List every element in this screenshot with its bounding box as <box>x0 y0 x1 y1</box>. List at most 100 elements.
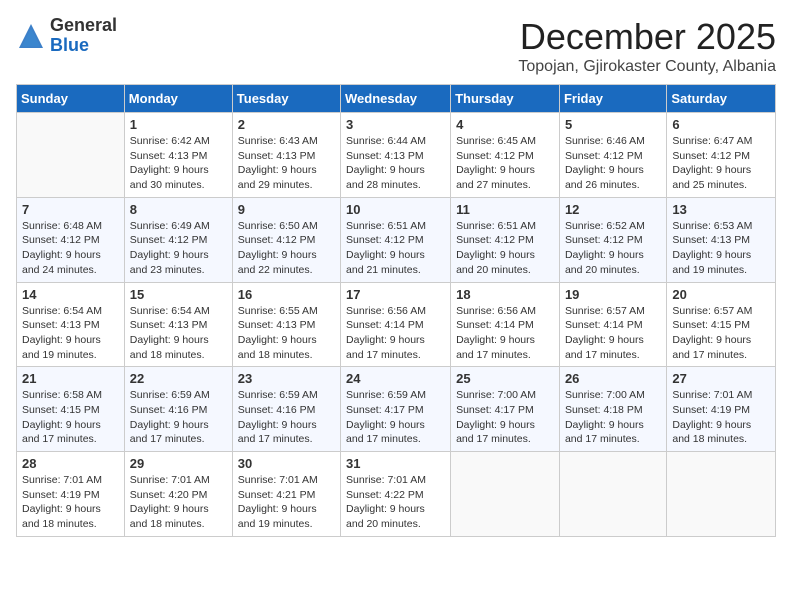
header-friday: Friday <box>559 85 666 113</box>
title-area: December 2025 Topojan, Gjirokaster Count… <box>518 16 776 76</box>
day-cell: 12 Sunrise: 6:52 AMSunset: 4:12 PMDaylig… <box>559 197 666 282</box>
day-detail: Sunrise: 7:01 AMSunset: 4:19 PMDaylight:… <box>22 474 102 530</box>
day-detail: Sunrise: 6:45 AMSunset: 4:12 PMDaylight:… <box>456 135 536 191</box>
day-number: 12 <box>565 202 661 217</box>
day-detail: Sunrise: 6:49 AMSunset: 4:12 PMDaylight:… <box>130 220 210 276</box>
day-cell: 22 Sunrise: 6:59 AMSunset: 4:16 PMDaylig… <box>124 367 232 452</box>
day-cell: 31 Sunrise: 7:01 AMSunset: 4:22 PMDaylig… <box>341 452 451 537</box>
day-detail: Sunrise: 7:00 AMSunset: 4:17 PMDaylight:… <box>456 389 536 445</box>
day-detail: Sunrise: 6:46 AMSunset: 4:12 PMDaylight:… <box>565 135 645 191</box>
day-cell: 25 Sunrise: 7:00 AMSunset: 4:17 PMDaylig… <box>451 367 560 452</box>
day-detail: Sunrise: 6:53 AMSunset: 4:13 PMDaylight:… <box>672 220 752 276</box>
day-detail: Sunrise: 6:54 AMSunset: 4:13 PMDaylight:… <box>130 305 210 361</box>
day-cell: 15 Sunrise: 6:54 AMSunset: 4:13 PMDaylig… <box>124 282 232 367</box>
day-number: 27 <box>672 371 770 386</box>
day-cell: 10 Sunrise: 6:51 AMSunset: 4:12 PMDaylig… <box>341 197 451 282</box>
day-number: 6 <box>672 117 770 132</box>
page-header: General Blue December 2025 Topojan, Gjir… <box>16 16 776 76</box>
day-cell: 17 Sunrise: 6:56 AMSunset: 4:14 PMDaylig… <box>341 282 451 367</box>
day-cell: 8 Sunrise: 6:49 AMSunset: 4:12 PMDayligh… <box>124 197 232 282</box>
day-number: 4 <box>456 117 554 132</box>
day-detail: Sunrise: 6:59 AMSunset: 4:16 PMDaylight:… <box>130 389 210 445</box>
day-cell: 24 Sunrise: 6:59 AMSunset: 4:17 PMDaylig… <box>341 367 451 452</box>
day-detail: Sunrise: 6:59 AMSunset: 4:16 PMDaylight:… <box>238 389 318 445</box>
day-detail: Sunrise: 6:42 AMSunset: 4:13 PMDaylight:… <box>130 135 210 191</box>
day-detail: Sunrise: 6:43 AMSunset: 4:13 PMDaylight:… <box>238 135 318 191</box>
day-detail: Sunrise: 7:00 AMSunset: 4:18 PMDaylight:… <box>565 389 645 445</box>
day-cell: 4 Sunrise: 6:45 AMSunset: 4:12 PMDayligh… <box>451 113 560 198</box>
day-number: 5 <box>565 117 661 132</box>
day-number: 10 <box>346 202 445 217</box>
day-number: 9 <box>238 202 335 217</box>
day-cell: 5 Sunrise: 6:46 AMSunset: 4:12 PMDayligh… <box>559 113 666 198</box>
day-cell: 18 Sunrise: 6:56 AMSunset: 4:14 PMDaylig… <box>451 282 560 367</box>
day-cell: 6 Sunrise: 6:47 AMSunset: 4:12 PMDayligh… <box>667 113 776 198</box>
day-number: 11 <box>456 202 554 217</box>
header-saturday: Saturday <box>667 85 776 113</box>
day-detail: Sunrise: 6:52 AMSunset: 4:12 PMDaylight:… <box>565 220 645 276</box>
day-cell: 21 Sunrise: 6:58 AMSunset: 4:15 PMDaylig… <box>17 367 125 452</box>
day-cell: 20 Sunrise: 6:57 AMSunset: 4:15 PMDaylig… <box>667 282 776 367</box>
logo-text: General Blue <box>50 16 117 56</box>
day-cell: 13 Sunrise: 6:53 AMSunset: 4:13 PMDaylig… <box>667 197 776 282</box>
calendar-table: SundayMondayTuesdayWednesdayThursdayFrid… <box>16 84 776 537</box>
day-cell: 16 Sunrise: 6:55 AMSunset: 4:13 PMDaylig… <box>232 282 340 367</box>
day-cell <box>559 452 666 537</box>
day-number: 22 <box>130 371 227 386</box>
day-number: 2 <box>238 117 335 132</box>
day-number: 14 <box>22 287 119 302</box>
day-number: 28 <box>22 456 119 471</box>
day-number: 23 <box>238 371 335 386</box>
day-detail: Sunrise: 6:57 AMSunset: 4:15 PMDaylight:… <box>672 305 752 361</box>
day-number: 18 <box>456 287 554 302</box>
day-cell: 2 Sunrise: 6:43 AMSunset: 4:13 PMDayligh… <box>232 113 340 198</box>
day-number: 26 <box>565 371 661 386</box>
day-cell: 7 Sunrise: 6:48 AMSunset: 4:12 PMDayligh… <box>17 197 125 282</box>
day-detail: Sunrise: 6:50 AMSunset: 4:12 PMDaylight:… <box>238 220 318 276</box>
day-detail: Sunrise: 6:58 AMSunset: 4:15 PMDaylight:… <box>22 389 102 445</box>
day-detail: Sunrise: 6:51 AMSunset: 4:12 PMDaylight:… <box>346 220 426 276</box>
month-title: December 2025 <box>518 16 776 58</box>
day-cell: 19 Sunrise: 6:57 AMSunset: 4:14 PMDaylig… <box>559 282 666 367</box>
day-detail: Sunrise: 7:01 AMSunset: 4:22 PMDaylight:… <box>346 474 426 530</box>
day-detail: Sunrise: 7:01 AMSunset: 4:21 PMDaylight:… <box>238 474 318 530</box>
day-number: 16 <box>238 287 335 302</box>
day-number: 13 <box>672 202 770 217</box>
day-cell: 28 Sunrise: 7:01 AMSunset: 4:19 PMDaylig… <box>17 452 125 537</box>
day-number: 17 <box>346 287 445 302</box>
day-cell: 14 Sunrise: 6:54 AMSunset: 4:13 PMDaylig… <box>17 282 125 367</box>
day-number: 25 <box>456 371 554 386</box>
day-number: 20 <box>672 287 770 302</box>
day-number: 29 <box>130 456 227 471</box>
day-cell: 26 Sunrise: 7:00 AMSunset: 4:18 PMDaylig… <box>559 367 666 452</box>
week-row-0: 1 Sunrise: 6:42 AMSunset: 4:13 PMDayligh… <box>17 113 776 198</box>
header-thursday: Thursday <box>451 85 560 113</box>
day-detail: Sunrise: 6:47 AMSunset: 4:12 PMDaylight:… <box>672 135 752 191</box>
day-detail: Sunrise: 6:59 AMSunset: 4:17 PMDaylight:… <box>346 389 426 445</box>
day-cell: 29 Sunrise: 7:01 AMSunset: 4:20 PMDaylig… <box>124 452 232 537</box>
header-tuesday: Tuesday <box>232 85 340 113</box>
day-number: 19 <box>565 287 661 302</box>
day-cell: 30 Sunrise: 7:01 AMSunset: 4:21 PMDaylig… <box>232 452 340 537</box>
day-number: 30 <box>238 456 335 471</box>
header-sunday: Sunday <box>17 85 125 113</box>
week-row-2: 14 Sunrise: 6:54 AMSunset: 4:13 PMDaylig… <box>17 282 776 367</box>
day-detail: Sunrise: 6:55 AMSunset: 4:13 PMDaylight:… <box>238 305 318 361</box>
day-detail: Sunrise: 6:56 AMSunset: 4:14 PMDaylight:… <box>346 305 426 361</box>
logo-general-text: General <box>50 16 117 36</box>
day-number: 7 <box>22 202 119 217</box>
logo-icon <box>16 21 46 51</box>
day-cell: 27 Sunrise: 7:01 AMSunset: 4:19 PMDaylig… <box>667 367 776 452</box>
day-detail: Sunrise: 6:54 AMSunset: 4:13 PMDaylight:… <box>22 305 102 361</box>
header-row: SundayMondayTuesdayWednesdayThursdayFrid… <box>17 85 776 113</box>
header-monday: Monday <box>124 85 232 113</box>
day-number: 3 <box>346 117 445 132</box>
day-number: 31 <box>346 456 445 471</box>
day-detail: Sunrise: 6:51 AMSunset: 4:12 PMDaylight:… <box>456 220 536 276</box>
day-cell <box>667 452 776 537</box>
day-cell <box>451 452 560 537</box>
day-cell: 1 Sunrise: 6:42 AMSunset: 4:13 PMDayligh… <box>124 113 232 198</box>
day-number: 1 <box>130 117 227 132</box>
day-detail: Sunrise: 6:48 AMSunset: 4:12 PMDaylight:… <box>22 220 102 276</box>
location-title: Topojan, Gjirokaster County, Albania <box>518 58 776 76</box>
